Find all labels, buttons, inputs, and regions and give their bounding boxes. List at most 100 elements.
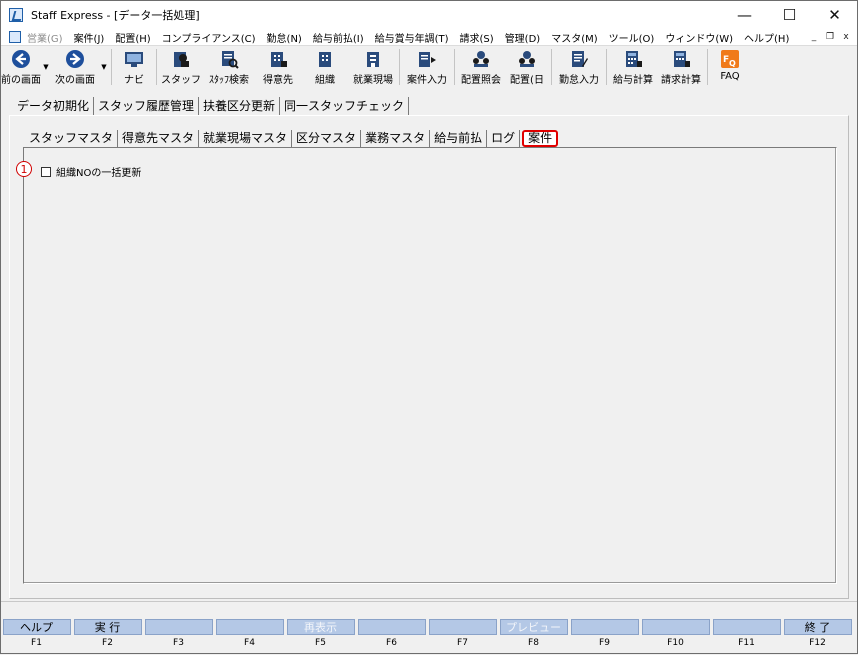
organization-icon <box>314 49 336 69</box>
tab-category-master[interactable]: 区分マスタ <box>292 130 362 147</box>
minimize-button[interactable]: — <box>722 1 767 29</box>
menu-sales[interactable]: 営業(G) <box>27 30 63 45</box>
window-title: Staff Express - [データ一括処理] <box>31 9 200 22</box>
staff-search-icon <box>218 49 240 69</box>
menu-window[interactable]: ウィンドウ(W) <box>665 30 733 45</box>
f6-button <box>357 619 426 635</box>
f2-key-label: F2 <box>102 638 113 648</box>
back-button[interactable]: 前の画面 <box>1 46 41 88</box>
tab-log[interactable]: ログ <box>487 130 521 147</box>
menu-case[interactable]: 案件(J) <box>74 30 105 45</box>
fkey-slot: F9 <box>569 619 640 655</box>
placement-daily-button[interactable]: 配置(日 <box>505 46 549 88</box>
forward-arrow-icon <box>64 49 86 69</box>
menu-compliance[interactable]: コンプライアンス(C) <box>162 30 256 45</box>
attendance-input-button[interactable]: 勤怠入力 <box>554 46 604 88</box>
case-input-icon <box>416 49 438 69</box>
worksite-button[interactable]: 就業現場 <box>349 46 397 88</box>
toolbar-separator <box>399 49 400 85</box>
f5-key-label: F5 <box>315 638 326 648</box>
bulk-update-option[interactable]: 組織NOの一括更新 <box>41 164 141 179</box>
tab-staff-history[interactable]: スタッフ履歴管理 <box>94 97 200 115</box>
staff-search-label: ｽﾀｯﾌ検索 <box>209 75 249 86</box>
customer-button[interactable]: 得意先 <box>255 46 301 88</box>
tab-staff-master[interactable]: スタッフマスタ <box>25 130 119 147</box>
tab-salary-advance[interactable]: 給与前払 <box>430 130 488 147</box>
mdi-close-button[interactable]: x <box>839 30 853 43</box>
staff-search-button[interactable]: ｽﾀｯﾌ検索 <box>203 46 255 88</box>
menu-master[interactable]: マスタ(M) <box>551 30 597 45</box>
toolbar-separator <box>156 49 157 85</box>
forward-button[interactable]: 次の画面 <box>51 46 99 88</box>
fkey-slot: 終 了 F12 <box>782 619 853 655</box>
mdi-minimize-button[interactable]: _ <box>807 30 821 43</box>
forward-dropdown-icon[interactable]: ▼ <box>99 46 109 88</box>
toolbar-separator <box>551 49 552 85</box>
menu-billing[interactable]: 請求(S) <box>460 30 494 45</box>
app-logo-icon <box>9 8 23 22</box>
menu-attendance[interactable]: 勤怠(N) <box>267 30 302 45</box>
f1-key-label: F1 <box>31 638 42 648</box>
menu-salary-bonus[interactable]: 給与賞与年調(T) <box>375 30 449 45</box>
menu-salary-advance[interactable]: 給与前払(I) <box>313 30 364 45</box>
back-arrow-icon <box>10 49 32 69</box>
staff-button[interactable]: スタッフ <box>159 46 203 88</box>
back-dropdown-icon[interactable]: ▼ <box>41 46 51 88</box>
organization-label: 組織 <box>315 75 335 86</box>
back-label: 前の画面 <box>1 75 41 86</box>
worksite-icon <box>362 49 384 69</box>
menu-help[interactable]: ヘルプ(H) <box>744 30 789 45</box>
billing-calc-icon <box>670 49 692 69</box>
staff-label: スタッフ <box>161 75 201 86</box>
faq-button[interactable]: FQ FAQ <box>710 46 750 88</box>
fkey-slot: F7 <box>427 619 498 655</box>
staff-icon <box>170 49 192 69</box>
function-key-bar: ヘルプ F1 実 行 F2 F3 F4 再表示 F5 F6 F7 プレビュー F8 F9… <box>1 619 857 655</box>
attendance-input-icon <box>568 49 590 69</box>
app-window: Staff Express - [データ一括処理] — ☐ ✕ 営業(G) 案件… <box>0 0 858 654</box>
f12-exit-button[interactable]: 終 了 <box>783 619 852 635</box>
mdi-restore-button[interactable]: ❐ <box>823 30 837 43</box>
svg-text:Q: Q <box>729 59 736 68</box>
tab-case[interactable]: 案件 <box>522 130 559 147</box>
tab-customer-master[interactable]: 得意先マスタ <box>118 130 200 147</box>
f3-button <box>144 619 213 635</box>
tab-worksite-master[interactable]: 就業現場マスタ <box>199 130 293 147</box>
f9-key-label: F9 <box>599 638 610 648</box>
menu-tools[interactable]: ツール(O) <box>609 30 655 45</box>
tab-data-init[interactable]: データ初期化 <box>13 97 95 115</box>
f1-help-button[interactable]: ヘルプ <box>2 619 71 635</box>
tab-duplicate-staff-check[interactable]: 同一スタッフチェック <box>280 97 410 115</box>
f8-preview-button: プレビュー <box>499 619 568 635</box>
f2-execute-button[interactable]: 実 行 <box>73 619 142 635</box>
payroll-calc-button[interactable]: 給与計算 <box>609 46 657 88</box>
tab-dependent-update[interactable]: 扶養区分更新 <box>199 97 281 115</box>
outer-tab-strip: データ初期化 スタッフ履歴管理 扶養区分更新 同一スタッフチェック <box>13 95 410 115</box>
navi-icon <box>123 49 145 69</box>
f9-button <box>570 619 639 635</box>
close-button[interactable]: ✕ <box>812 1 857 29</box>
placement-inquiry-label: 配置照会 <box>461 75 501 86</box>
navi-button[interactable]: ナビ <box>114 46 154 88</box>
f10-button <box>641 619 710 635</box>
payroll-calc-label: 給与計算 <box>613 75 653 86</box>
inner-tab-panel <box>23 147 837 584</box>
title-bar: Staff Express - [データ一括処理] — ☐ ✕ <box>1 1 857 29</box>
menu-management[interactable]: 管理(D) <box>505 30 541 45</box>
bulk-update-checkbox[interactable] <box>41 166 51 177</box>
f11-key-label: F11 <box>738 638 755 648</box>
f4-key-label: F4 <box>244 638 255 648</box>
organization-button[interactable]: 組織 <box>301 46 349 88</box>
billing-calc-button[interactable]: 請求計算 <box>657 46 705 88</box>
placement-inquiry-button[interactable]: 配置照会 <box>457 46 505 88</box>
f8-key-label: F8 <box>528 638 539 648</box>
f7-button <box>428 619 497 635</box>
f6-key-label: F6 <box>386 638 397 648</box>
tab-business-master[interactable]: 業務マスタ <box>361 130 431 147</box>
bulk-update-label: 組織NOの一括更新 <box>56 168 142 179</box>
menu-placement[interactable]: 配置(H) <box>115 30 150 45</box>
maximize-button[interactable]: ☐ <box>767 1 812 29</box>
case-input-button[interactable]: 案件入力 <box>402 46 452 88</box>
menu-bar: 営業(G) 案件(J) 配置(H) コンプライアンス(C) 勤怠(N) 給与前払… <box>1 29 857 45</box>
mdi-controls: _ ❐ x <box>807 30 853 43</box>
